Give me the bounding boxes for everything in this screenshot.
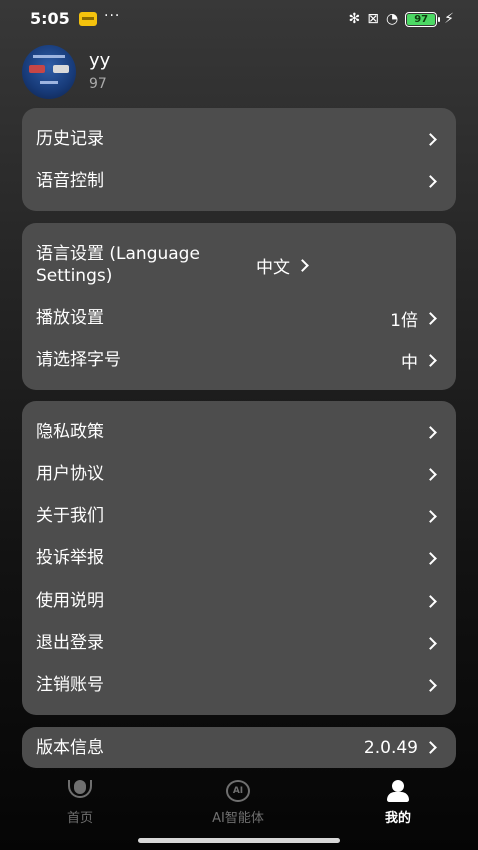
privacy-policy-label: 隐私政策	[36, 422, 104, 442]
user-manual-row[interactable]: 使用说明	[22, 580, 456, 622]
bottom-nav: 首页 AI AI智能体 我的	[0, 776, 478, 828]
nav-home-label: 首页	[66, 811, 93, 826]
battery-icon: 97	[405, 11, 441, 27]
voice-control-label: 语音控制	[36, 171, 104, 191]
chevron-right-icon	[424, 425, 437, 439]
home-icon	[67, 780, 93, 802]
chevron-right-icon	[296, 258, 309, 272]
language-settings-row[interactable]: 语言设置 (Language Settings) 中文	[22, 241, 456, 289]
delete-account-label: 注销账号	[36, 675, 104, 695]
chevron-right-icon	[424, 467, 437, 481]
chevron-right-icon	[424, 174, 437, 188]
more-notifications-icon: ···	[104, 8, 121, 24]
chevron-right-icon	[424, 594, 437, 608]
font-size-row[interactable]: 请选择字号 中	[22, 339, 456, 381]
status-time: 5:05	[30, 9, 70, 28]
bluetooth-icon: ✻	[348, 11, 361, 27]
ai-icon: AI	[226, 780, 250, 802]
about-us-label: 关于我们	[36, 506, 104, 526]
playback-settings-label: 播放设置	[36, 308, 104, 328]
notification-badge-icon	[79, 12, 97, 26]
user-id: 97	[89, 76, 107, 92]
playback-settings-row[interactable]: 播放设置 1倍	[22, 297, 456, 339]
charging-icon: ⚡	[444, 11, 454, 27]
card-version: 版本信息 2.0.49	[22, 727, 456, 768]
privacy-policy-row[interactable]: 隐私政策	[22, 411, 456, 453]
chevron-right-icon	[424, 353, 437, 367]
font-size-label: 请选择字号	[36, 350, 121, 370]
chevron-right-icon	[424, 741, 437, 754]
version-row[interactable]: 版本信息 2.0.49	[22, 727, 456, 768]
wifi-icon: ◔	[385, 11, 399, 27]
user-icon	[386, 780, 410, 802]
version-value: 2.0.49	[363, 737, 418, 758]
user-manual-label: 使用说明	[36, 591, 104, 611]
card-settings: 语言设置 (Language Settings) 中文 播放设置 1倍 请选择字…	[22, 223, 456, 390]
history-row[interactable]: 历史记录	[22, 118, 456, 160]
chevron-right-icon	[424, 132, 437, 146]
chevron-right-icon	[424, 636, 437, 650]
battery-level: 97	[407, 13, 436, 25]
nav-me-label: 我的	[384, 811, 411, 826]
language-settings-label: 语言设置 (Language Settings)	[36, 244, 200, 286]
voice-control-row[interactable]: 语音控制	[22, 160, 456, 202]
chevron-right-icon	[424, 551, 437, 565]
nav-ai[interactable]: AI AI智能体	[178, 776, 298, 828]
delete-account-row[interactable]: 注销账号	[22, 664, 456, 706]
home-indicator[interactable]	[138, 838, 340, 843]
version-label: 版本信息	[36, 737, 104, 758]
chevron-right-icon	[424, 678, 437, 692]
profile-header[interactable]: yy 97	[22, 44, 110, 100]
card-policies: 隐私政策 用户协议 关于我们 投诉举报 使用说明 退出登录 注销账号	[22, 401, 456, 715]
card-history-voice: 历史记录 语音控制	[22, 108, 456, 211]
nav-me[interactable]: 我的	[338, 776, 458, 828]
avatar[interactable]	[22, 45, 76, 99]
chevron-right-icon	[424, 311, 437, 325]
nav-ai-label: AI智能体	[212, 811, 264, 826]
about-us-row[interactable]: 关于我们	[22, 495, 456, 537]
language-settings-value: 中文	[256, 257, 290, 278]
font-size-value: 中	[401, 352, 418, 373]
report-row[interactable]: 投诉举报	[22, 537, 456, 579]
nav-home[interactable]: 首页	[20, 776, 140, 828]
history-label: 历史记录	[36, 129, 104, 149]
playback-settings-value: 1倍	[390, 310, 418, 331]
user-agreement-label: 用户协议	[36, 464, 104, 484]
logout-label: 退出登录	[36, 633, 104, 653]
user-agreement-row[interactable]: 用户协议	[22, 453, 456, 495]
user-name: yy	[89, 50, 111, 71]
status-icons: ✻ ⊠ ◔ 97 ⚡	[348, 10, 454, 28]
chevron-right-icon	[424, 509, 437, 523]
report-label: 投诉举报	[36, 548, 104, 568]
logout-row[interactable]: 退出登录	[22, 622, 456, 664]
sim-icon: ⊠	[367, 11, 379, 27]
status-bar: 5:05 ··· ✻ ⊠ ◔ 97 ⚡	[0, 0, 478, 40]
